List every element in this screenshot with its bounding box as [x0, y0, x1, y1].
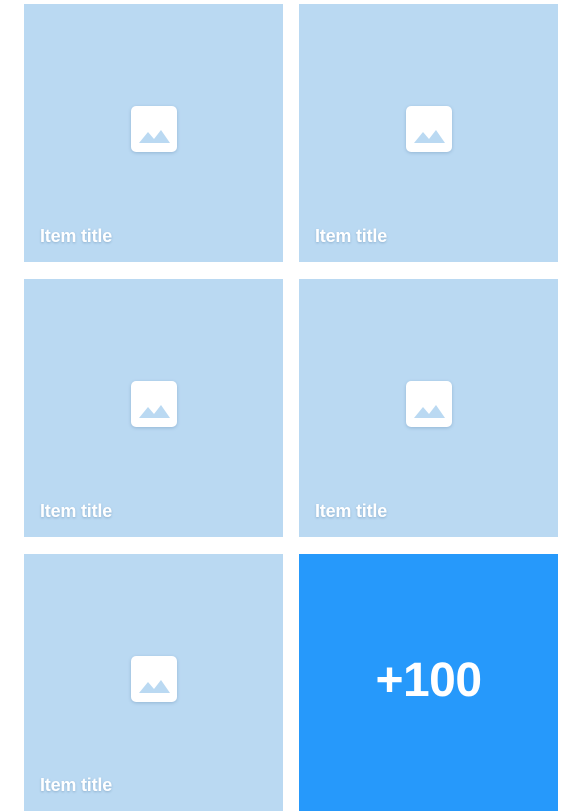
more-items-tile[interactable]: +100 — [299, 554, 558, 811]
item-title: Item title — [315, 226, 388, 246]
image-grid: Item title Item title Item title Item ti… — [0, 0, 562, 811]
more-count-label: +100 — [375, 654, 482, 707]
item-title: Item title — [40, 775, 113, 795]
image-placeholder-icon — [130, 381, 177, 427]
grid-item[interactable]: Item title — [299, 4, 558, 262]
image-placeholder-icon — [405, 381, 452, 427]
image-placeholder-icon — [130, 655, 177, 702]
grid-item[interactable]: Item title — [24, 4, 283, 262]
image-placeholder-icon — [405, 106, 452, 152]
image-placeholder-icon — [130, 106, 177, 152]
item-title: Item title — [40, 226, 113, 246]
grid-item[interactable]: Item title — [24, 279, 283, 537]
item-title: Item title — [40, 501, 113, 521]
grid-item[interactable]: Item title — [299, 279, 558, 537]
grid-item[interactable]: Item title — [24, 554, 283, 811]
item-title: Item title — [315, 501, 388, 521]
